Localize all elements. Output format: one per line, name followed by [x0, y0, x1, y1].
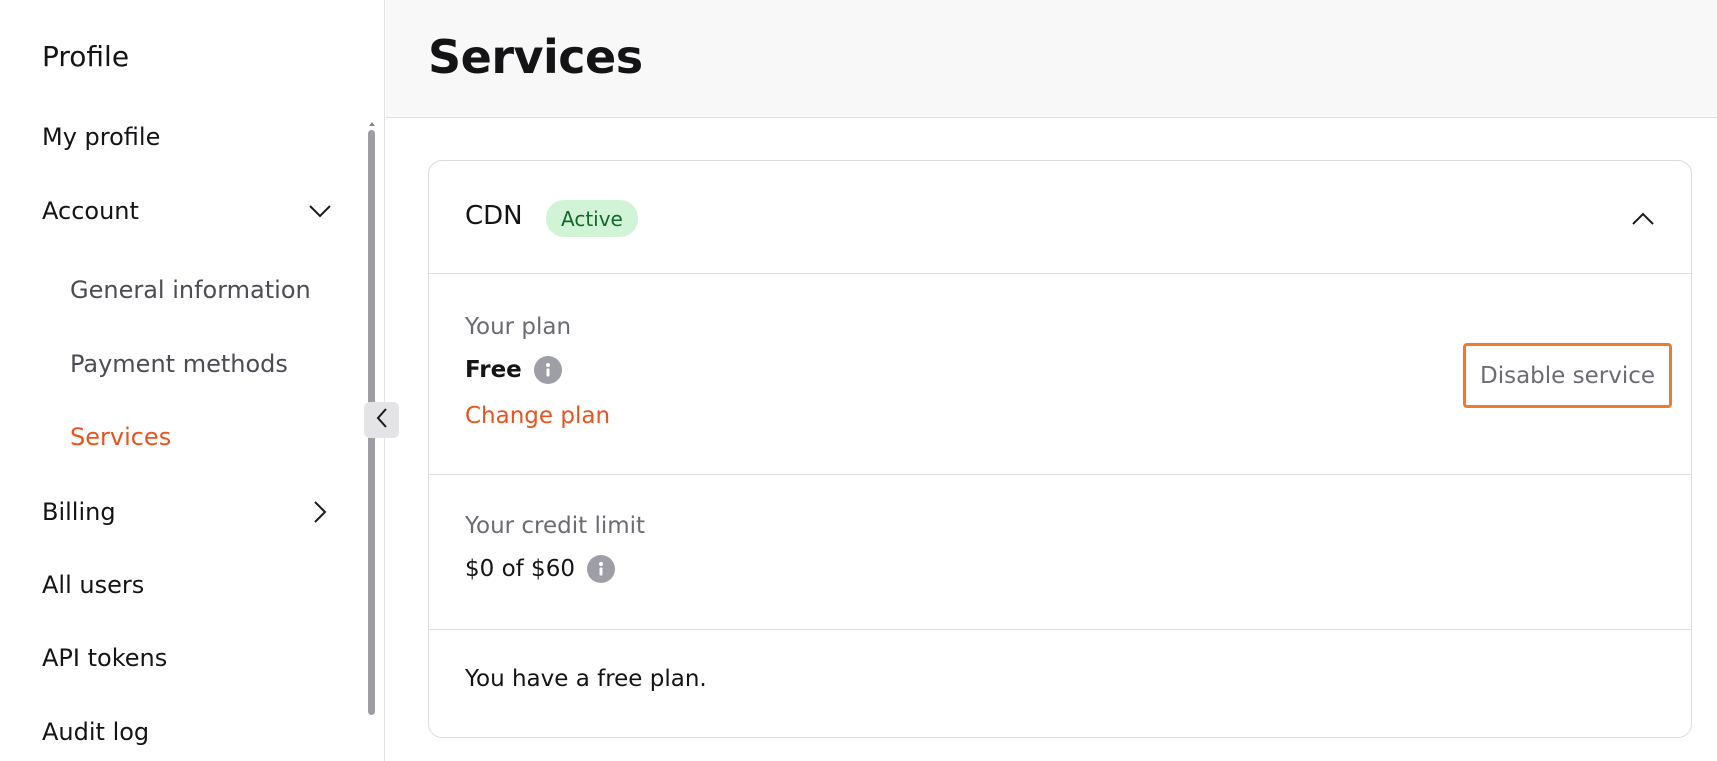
plan-value: Free	[465, 357, 522, 383]
sidebar-item-audit-log[interactable]: Audit log	[42, 712, 332, 752]
collapse-sidebar-button[interactable]	[364, 402, 399, 438]
sidebar-title: Profile	[42, 40, 130, 73]
disable-service-button[interactable]: Disable service	[1462, 343, 1672, 408]
plan-label: Your plan	[465, 314, 572, 340]
credit-limit-section: Your credit limit $0 of $60	[429, 475, 1691, 630]
plan-section: Your plan Free Change plan Disable servi…	[429, 274, 1691, 475]
sidebar-item-label: Payment methods	[70, 350, 288, 378]
sidebar-item-billing[interactable]: Billing	[42, 492, 332, 532]
service-card: CDN Active Your plan Free Change plan Di…	[428, 160, 1692, 738]
sidebar-item-label: All users	[42, 571, 145, 599]
credit-limit-value-row: $0 of $60	[465, 555, 615, 583]
sidebar-item-label: Account	[42, 197, 139, 225]
service-card-header[interactable]: CDN Active	[429, 161, 1691, 274]
sidebar-item-label: Audit log	[42, 718, 150, 746]
sidebar-item-payment-methods[interactable]: Payment methods	[70, 344, 330, 384]
chevron-up-icon[interactable]	[1629, 205, 1657, 233]
service-name: CDN	[465, 201, 523, 231]
info-icon[interactable]	[533, 356, 562, 384]
app-root: Profile My profile Account General infor…	[0, 0, 1717, 761]
plan-note-section: You have a free plan.	[429, 630, 1691, 737]
credit-limit-label: Your credit limit	[465, 513, 646, 539]
plan-value-row: Free	[465, 356, 562, 384]
scroll-up-arrow-icon[interactable]	[369, 122, 375, 126]
sidebar: Profile My profile Account General infor…	[0, 0, 385, 761]
sidebar-item-account[interactable]: Account	[42, 191, 332, 231]
sidebar-item-label: Billing	[42, 498, 116, 526]
credit-limit-value: $0 of $60	[465, 556, 575, 582]
sidebar-item-label: Services	[70, 423, 172, 451]
sidebar-item-my-profile[interactable]: My profile	[42, 117, 332, 157]
chevron-down-icon	[308, 199, 332, 223]
plan-note: You have a free plan.	[465, 666, 707, 692]
change-plan-link[interactable]: Change plan	[465, 403, 610, 429]
sidebar-item-all-users[interactable]: All users	[42, 565, 332, 605]
sidebar-item-general-information[interactable]: General information	[70, 270, 330, 310]
status-badge: Active	[546, 200, 638, 237]
sidebar-item-label: General information	[70, 276, 311, 304]
sidebar-item-services[interactable]: Services	[70, 417, 330, 457]
page-header: Services	[386, 0, 1717, 118]
sidebar-item-label: My profile	[42, 123, 161, 151]
chevron-right-icon	[308, 500, 332, 524]
main-content: Services CDN Active Your plan Free Chang…	[386, 0, 1717, 761]
sidebar-item-label: API tokens	[42, 644, 168, 672]
sidebar-item-api-tokens[interactable]: API tokens	[42, 638, 332, 678]
info-icon[interactable]	[586, 555, 615, 583]
chevron-left-icon	[376, 408, 388, 432]
page-title: Services	[428, 30, 643, 84]
